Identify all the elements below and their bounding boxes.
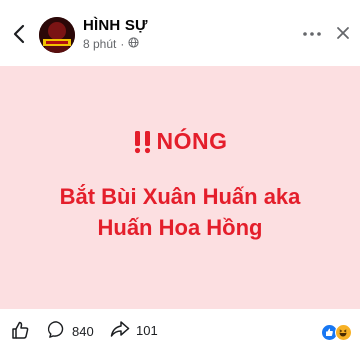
back-arrow-icon[interactable]	[9, 22, 29, 46]
close-icon[interactable]	[334, 24, 352, 42]
post-timestamp: 8 phút	[83, 37, 117, 51]
page-name[interactable]: HÌNH SỰ	[83, 17, 148, 34]
post-header: HÌNH SỰ 8 phút ·	[0, 0, 360, 66]
share-button[interactable]: 101	[110, 320, 158, 341]
globe-icon	[128, 37, 139, 51]
post-body-line: Huấn Hoa Hồng	[97, 215, 263, 240]
share-icon	[110, 320, 130, 341]
post-content: NÓNG Bắt Bùi Xuân Huấn aka Huấn Hoa Hồng	[0, 66, 360, 309]
post-headline: NÓNG	[133, 128, 228, 155]
post-body: Bắt Bùi Xuân Huấn aka Huấn Hoa Hồng	[60, 181, 301, 243]
comment-button[interactable]: 840	[47, 320, 94, 342]
comment-icon	[47, 320, 66, 342]
like-icon	[10, 320, 30, 343]
action-bar: 840 101	[0, 309, 360, 347]
comment-count: 840	[72, 323, 94, 339]
like-button[interactable]	[10, 320, 30, 343]
haha-reaction-icon	[335, 324, 352, 341]
share-count: 101	[136, 323, 158, 338]
more-icon[interactable]	[302, 24, 322, 44]
reaction-summary[interactable]	[321, 324, 353, 342]
post-meta: 8 phút ·	[83, 37, 139, 51]
headline-text: NÓNG	[156, 128, 228, 154]
meta-separator: ·	[120, 37, 125, 51]
post-body-line: Bắt Bùi Xuân Huấn aka	[59, 184, 301, 209]
page-avatar[interactable]	[39, 17, 75, 53]
double-exclamation-icon	[133, 130, 153, 154]
